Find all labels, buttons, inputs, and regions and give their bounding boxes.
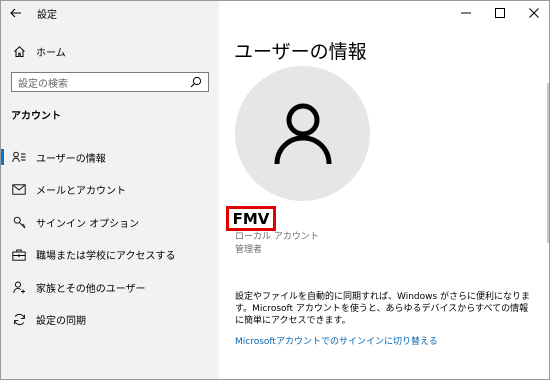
sidebar-item-work-school[interactable]: 職場または学校にアクセスする <box>1 239 219 272</box>
back-button[interactable] <box>1 1 31 25</box>
search-input[interactable]: 設定の検索 <box>11 72 209 92</box>
sidebar-item-mail-accounts[interactable]: メールとアカウント <box>1 174 219 207</box>
username: FMV <box>232 209 270 228</box>
main-content: ユーザーの情報 FMV ローカル アカウント 管理者 設定やファイルを自動的に同… <box>219 1 549 379</box>
sidebar-item-label: 設定の同期 <box>36 316 86 328</box>
sidebar-item-label: 職場または学校にアクセスする <box>36 251 176 263</box>
sidebar-item-label: サインイン オプション <box>36 218 140 230</box>
sidebar-item-label: ユーザーの情報 <box>36 153 106 165</box>
window-controls <box>449 1 549 25</box>
page-title: ユーザーの情報 <box>234 41 367 63</box>
mail-icon <box>11 182 27 198</box>
key-icon <box>11 214 27 230</box>
sidebar-item-label: メールとアカウント <box>36 186 126 198</box>
search-icon[interactable] <box>190 76 202 88</box>
minimize-button[interactable] <box>449 1 483 25</box>
sidebar-item-user-info[interactable]: ユーザーの情報 <box>1 141 219 174</box>
sidebar-item-home[interactable]: ホーム <box>1 39 219 63</box>
sync-icon <box>11 312 27 328</box>
close-icon <box>529 8 539 18</box>
search-placeholder: 設定の検索 <box>18 78 68 90</box>
account-type: ローカル アカウント <box>235 232 319 242</box>
username-highlight: FMV <box>226 206 276 231</box>
app-title: 設定 <box>37 9 57 21</box>
sidebar-item-label: 家族とその他のユーザー <box>36 283 146 295</box>
scrollbar[interactable] <box>547 83 549 243</box>
switch-to-microsoft-account-link[interactable]: Microsoftアカウントでのサインインに切り替える <box>235 334 438 347</box>
sidebar-item-sign-in-options[interactable]: サインイン オプション <box>1 206 219 239</box>
user-info-icon <box>11 149 27 165</box>
maximize-icon <box>495 8 505 18</box>
briefcase-icon <box>11 247 27 263</box>
nav-list: ユーザーの情報 メールとアカウント サインイン オプション 職場または学校にアク… <box>1 141 219 336</box>
titlebar: 設定 <box>1 1 219 25</box>
sidebar-item-sync-settings[interactable]: 設定の同期 <box>1 304 219 337</box>
sync-description: 設定やファイルを自動的に同期すれば、Windows がさらに便利になります。Mi… <box>235 292 531 326</box>
minimize-icon <box>461 12 471 14</box>
maximize-button[interactable] <box>483 1 517 25</box>
back-arrow-icon <box>10 8 21 18</box>
account-role: 管理者 <box>235 245 263 255</box>
sidebar: 設定 ホーム 設定の検索 アカウント ユーザーの情報 メールとアカウント サイン… <box>1 1 219 379</box>
home-label: ホーム <box>36 47 66 59</box>
sidebar-item-family-users[interactable]: 家族とその他のユーザー <box>1 271 219 304</box>
user-avatar-icon <box>274 103 331 164</box>
add-person-icon <box>11 279 27 295</box>
home-icon <box>11 43 27 59</box>
close-button[interactable] <box>517 1 549 25</box>
avatar <box>235 66 370 201</box>
settings-window: 設定 ホーム 設定の検索 アカウント ユーザーの情報 メールとアカウント サイン… <box>0 0 550 380</box>
section-header-account: アカウント <box>11 111 61 122</box>
